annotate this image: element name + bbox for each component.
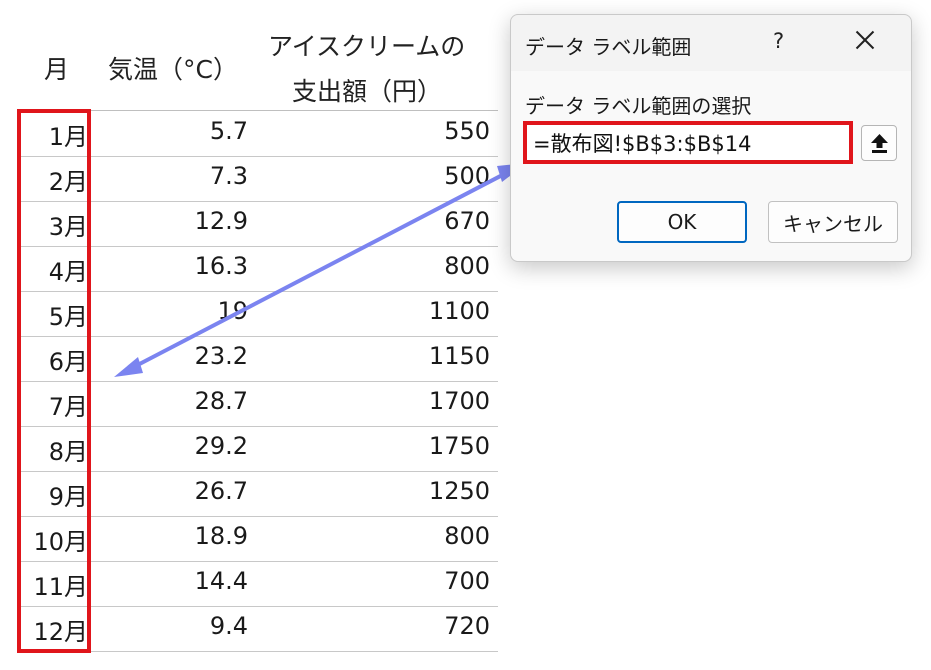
cell-ice-cream-spend[interactable]: 1250 bbox=[278, 477, 490, 505]
cell-ice-cream-spend[interactable]: 1700 bbox=[278, 387, 490, 415]
header-temperature[interactable]: 気温（°C） bbox=[108, 50, 238, 86]
cell-temperature[interactable]: 26.7 bbox=[98, 477, 248, 505]
range-input[interactable] bbox=[523, 121, 853, 164]
header-ice-cream-line2[interactable]: 支出額（円） bbox=[292, 72, 442, 108]
cell-ice-cream-spend[interactable]: 800 bbox=[278, 252, 490, 280]
range-select-label: データ ラベル範囲の選択 bbox=[525, 94, 752, 118]
cell-ice-cream-spend[interactable]: 720 bbox=[278, 612, 490, 640]
cell-ice-cream-spend[interactable]: 1150 bbox=[278, 342, 490, 370]
cell-temperature[interactable]: 18.9 bbox=[98, 522, 248, 550]
cancel-button[interactable]: キャンセル bbox=[768, 201, 898, 243]
cell-temperature[interactable]: 7.3 bbox=[98, 162, 248, 190]
header-month[interactable]: 月 bbox=[44, 50, 69, 86]
header-ice-cream-line1[interactable]: アイスクリームの bbox=[268, 27, 465, 63]
cell-temperature[interactable]: 5.7 bbox=[98, 117, 248, 145]
cell-temperature[interactable]: 28.7 bbox=[98, 387, 248, 415]
cell-ice-cream-spend[interactable]: 670 bbox=[278, 207, 490, 235]
cell-temperature[interactable]: 23.2 bbox=[98, 342, 248, 370]
close-icon[interactable] bbox=[851, 25, 879, 55]
cell-ice-cream-spend[interactable]: 500 bbox=[278, 162, 490, 190]
cell-temperature[interactable]: 9.4 bbox=[98, 612, 248, 640]
ok-button[interactable]: OK bbox=[617, 201, 747, 243]
cell-ice-cream-spend[interactable]: 1750 bbox=[278, 432, 490, 460]
cell-temperature[interactable]: 14.4 bbox=[98, 567, 248, 595]
cell-ice-cream-spend[interactable]: 1100 bbox=[278, 297, 490, 325]
spreadsheet: 月 気温（°C） アイスクリームの 支出額（円） 1月 5.7 550 2月 7.3 50… bbox=[0, 0, 500, 670]
data-label-range-dialog: データ ラベル範囲 ? データ ラベル範囲の選択 OK キャンセル bbox=[510, 14, 912, 262]
cell-temperature[interactable]: 29.2 bbox=[98, 432, 248, 460]
cell-ice-cream-spend[interactable]: 550 bbox=[278, 117, 490, 145]
cell-temperature[interactable]: 19 bbox=[98, 297, 248, 325]
dialog-title: データ ラベル範囲 bbox=[525, 35, 692, 59]
month-column-highlight bbox=[17, 109, 91, 653]
collapse-dialog-button[interactable] bbox=[861, 125, 897, 161]
help-button[interactable]: ? bbox=[773, 29, 784, 53]
upload-arrow-icon bbox=[871, 134, 888, 153]
cell-temperature[interactable]: 16.3 bbox=[98, 252, 248, 280]
cell-ice-cream-spend[interactable]: 700 bbox=[278, 567, 490, 595]
cell-ice-cream-spend[interactable]: 800 bbox=[278, 522, 490, 550]
cell-temperature[interactable]: 12.9 bbox=[98, 207, 248, 235]
